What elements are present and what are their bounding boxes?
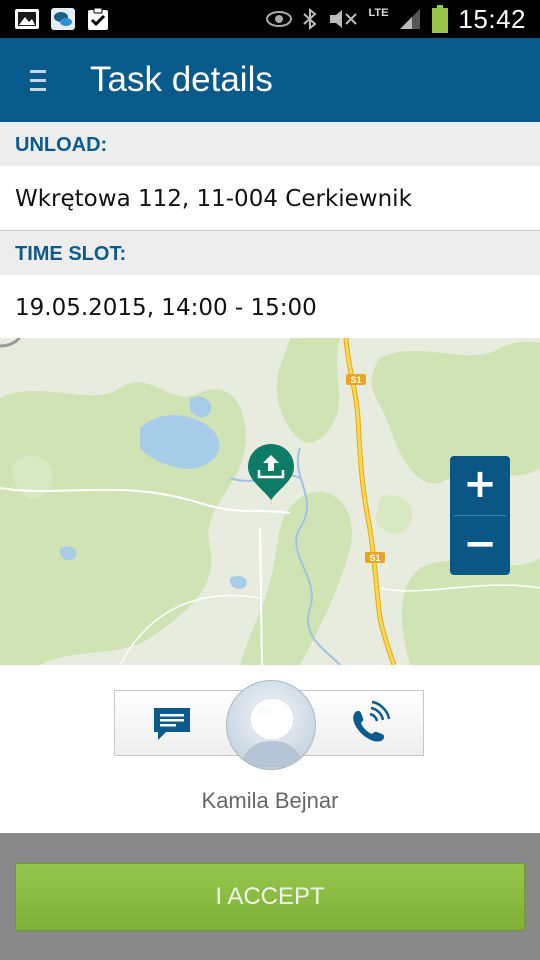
signal-icon — [400, 9, 421, 29]
accept-button[interactable]: I ACCEPT — [15, 863, 525, 931]
message-icon[interactable] — [150, 704, 194, 744]
chat-app-icon — [51, 8, 75, 30]
avatar-placeholder-icon — [241, 697, 303, 767]
lte-indicator: LTE — [368, 6, 389, 19]
zoom-in-button[interactable]: + — [450, 456, 510, 515]
hamburger-menu-icon[interactable] — [30, 70, 46, 92]
gallery-icon — [15, 9, 39, 29]
app-bar: Task details — [0, 38, 540, 122]
unload-label: UNLOAD: — [0, 122, 540, 166]
zoom-out-button[interactable]: − — [450, 516, 510, 575]
status-bar: LTE 15:42 — [0, 0, 540, 38]
time-slot-value: 19.05.2015, 14:00 - 15:00 — [0, 275, 540, 339]
bluetooth-icon — [303, 7, 317, 31]
status-time: 15:42 — [458, 3, 526, 34]
mute-icon — [330, 10, 358, 28]
road-label-s1-top: S1 — [350, 375, 361, 385]
time-slot-label: TIME SLOT: — [0, 231, 540, 275]
zoom-controls: + − — [450, 456, 510, 575]
eye-icon — [266, 11, 293, 27]
battery-icon — [432, 5, 449, 33]
page-title: Task details — [90, 60, 273, 99]
phone-call-icon[interactable] — [344, 700, 390, 746]
unload-pin-icon[interactable] — [244, 442, 298, 504]
unload-address: Wkrętowa 112, 11-004 Cerkiewnik — [0, 166, 540, 230]
clipboard-check-icon — [88, 7, 108, 30]
contact-name: Kamila Bejnar — [201, 788, 339, 813]
road-label-s1-bottom: S1 — [369, 553, 380, 563]
avatar[interactable] — [226, 680, 316, 770]
